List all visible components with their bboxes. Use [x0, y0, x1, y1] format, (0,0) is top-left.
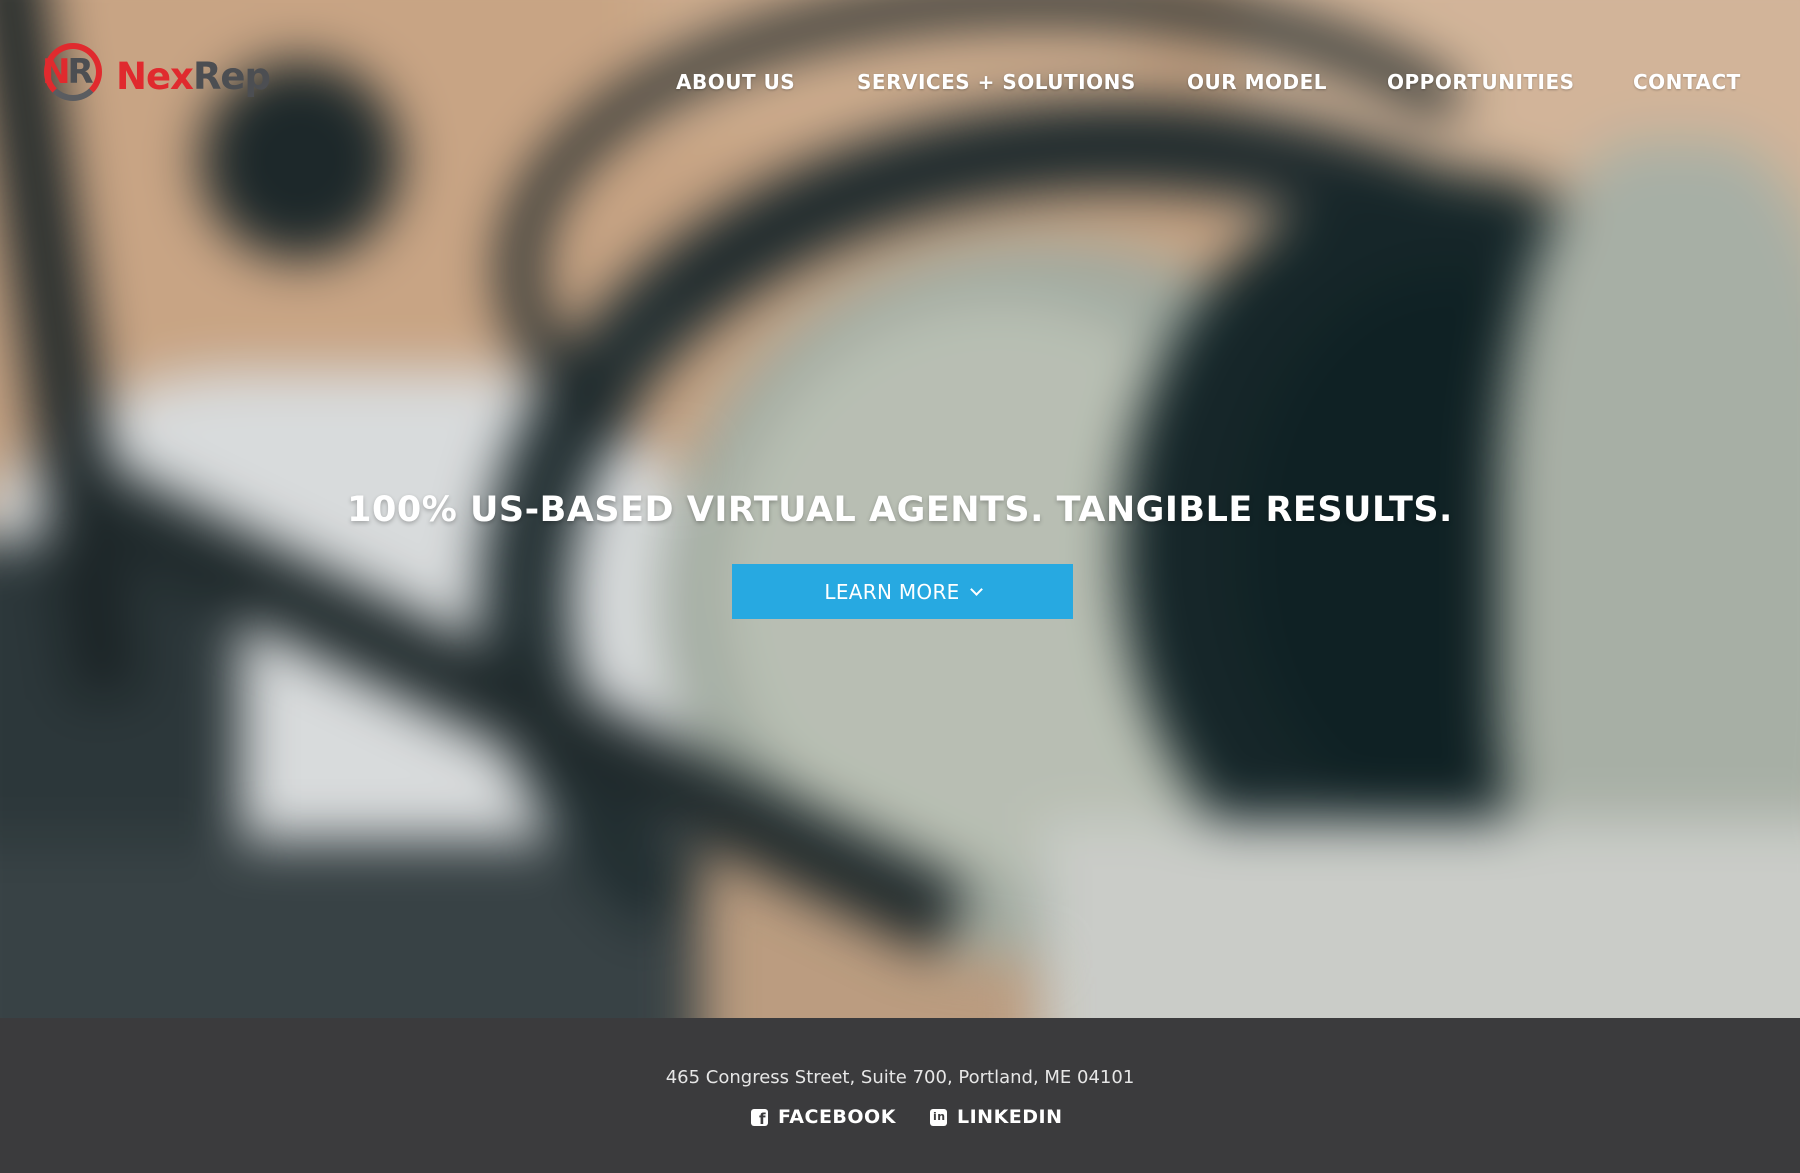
facebook-link[interactable]: f FACEBOOK [751, 1106, 896, 1128]
page: NR NexRep ABOUT US SERVICES + SOLUTIONS … [0, 0, 1800, 1173]
linkedin-icon: in [930, 1108, 947, 1126]
hero-headline: 100% US-BASED VIRTUAL AGENTS. TANGIBLE R… [347, 490, 1453, 530]
nav-item-contact[interactable]: CONTACT [1633, 70, 1741, 94]
facebook-icon: f [751, 1108, 768, 1126]
nav-item-opportunities[interactable]: OPPORTUNITIES [1387, 70, 1575, 94]
main-nav: ABOUT US SERVICES + SOLUTIONS OUR MODEL … [0, 70, 1800, 100]
facebook-label: FACEBOOK [778, 1106, 896, 1128]
learn-more-button[interactable]: LEARN MORE [732, 564, 1073, 619]
site-footer: 465 Congress Street, Suite 700, Portland… [0, 1018, 1800, 1173]
hero-section: NR NexRep ABOUT US SERVICES + SOLUTIONS … [0, 0, 1800, 1018]
chevron-down-icon [969, 582, 983, 596]
footer-address: 465 Congress Street, Suite 700, Portland… [665, 1067, 1135, 1088]
nav-item-about-us[interactable]: ABOUT US [676, 70, 795, 94]
linkedin-label: LINKEDIN [957, 1106, 1063, 1128]
nav-item-services-solutions[interactable]: SERVICES + SOLUTIONS [857, 70, 1136, 94]
learn-more-label: LEARN MORE [824, 579, 960, 604]
nav-item-our-model[interactable]: OUR MODEL [1187, 70, 1327, 94]
linkedin-link[interactable]: in LINKEDIN [930, 1106, 1063, 1128]
